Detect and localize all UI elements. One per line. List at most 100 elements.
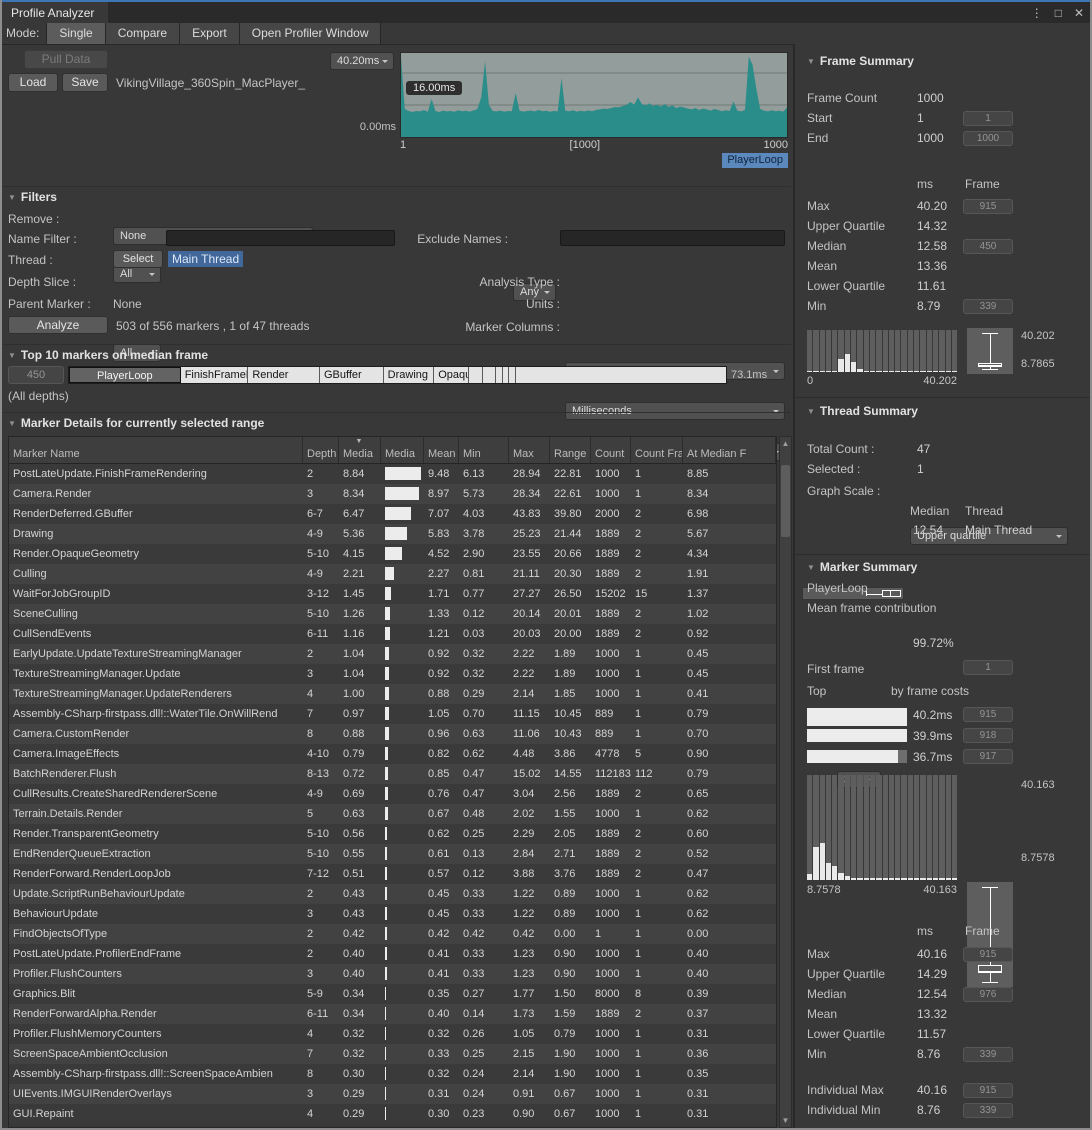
exclude-names-input[interactable] xyxy=(560,230,785,246)
table-row[interactable]: TextureStreamingManager.UpdateRenderers4… xyxy=(9,684,776,704)
table-scrollbar[interactable]: ▲ ▼ xyxy=(779,436,792,1128)
column-header-5[interactable]: Min xyxy=(459,437,509,463)
name-filter-input[interactable] xyxy=(166,230,395,246)
save-button[interactable]: Save xyxy=(62,73,108,92)
top10-header[interactable]: ▼ Top 10 markers on median frame xyxy=(8,348,208,362)
table-row[interactable]: Graphics.Blit5-90.340.350.271.771.508000… xyxy=(9,984,776,1004)
table-row[interactable]: Terrain.Details.Render50.630.670.482.021… xyxy=(9,804,776,824)
table-row[interactable]: Profiler.FlushCounters30.400.410.331.230… xyxy=(9,964,776,984)
frame-link-button[interactable]: 976 xyxy=(963,987,1013,1002)
table-row[interactable]: CullResults.CreateSharedRendererScene4-9… xyxy=(9,784,776,804)
column-header-6[interactable]: Max xyxy=(509,437,550,463)
table-row[interactable]: RenderForwardAlpha.Render6-110.340.400.1… xyxy=(9,1004,776,1024)
table-row[interactable]: Profiler.FlushMemoryCounters40.320.320.2… xyxy=(9,1024,776,1044)
column-header-2[interactable]: Media▼ xyxy=(339,437,381,463)
top10-segment[interactable] xyxy=(496,367,503,383)
thread-summary-header[interactable]: ▼ Thread Summary xyxy=(807,404,918,418)
frame-link-button[interactable]: 339 xyxy=(963,299,1013,314)
frame-link-button[interactable]: 339 xyxy=(963,1103,1013,1118)
top10-segment[interactable] xyxy=(509,367,516,383)
table-row[interactable]: ScreenSpaceAmbientOcclusion70.320.330.25… xyxy=(9,1044,776,1064)
cell: 0.33 xyxy=(459,944,509,964)
frame-link-button[interactable]: 915 xyxy=(963,947,1013,962)
frame-link-button[interactable]: 915 xyxy=(963,1083,1013,1098)
table-row[interactable]: Render.TransparentGeometry5-100.560.620.… xyxy=(9,824,776,844)
tab-open-profiler-window[interactable]: Open Profiler Window xyxy=(239,23,382,44)
top10-segment[interactable] xyxy=(469,367,483,383)
frame-link-button[interactable]: 1 xyxy=(963,111,1013,126)
top10-segment[interactable] xyxy=(516,367,726,383)
filters-header[interactable]: ▼ Filters xyxy=(8,190,57,204)
window-tab-profile-analyzer[interactable]: Profile Analyzer xyxy=(2,2,108,23)
load-button[interactable]: Load xyxy=(8,73,58,92)
column-header-9[interactable]: Count Fra xyxy=(631,437,683,463)
top10-segment[interactable] xyxy=(483,367,496,383)
table-row[interactable]: Render.OpaqueGeometry5-104.154.522.9023.… xyxy=(9,544,776,564)
table-row[interactable]: Culling4-92.212.270.8121.1120.30188921.9… xyxy=(9,564,776,584)
close-icon[interactable]: ✕ xyxy=(1074,6,1084,20)
frame-link-button[interactable]: 339 xyxy=(963,1047,1013,1062)
table-row[interactable]: RenderForward.RenderLoopJob7-120.510.570… xyxy=(9,864,776,884)
table-row[interactable]: RenderDeferred.GBuffer6-76.477.074.0343.… xyxy=(9,504,776,524)
table-row[interactable]: EarlyUpdate.UpdateTextureStreamingManage… xyxy=(9,644,776,664)
scroll-up-icon[interactable]: ▲ xyxy=(780,439,791,448)
table-row[interactable]: Camera.CustomRender80.880.960.6311.0610.… xyxy=(9,724,776,744)
table-row[interactable]: TextureStreamingManager.Update31.040.920… xyxy=(9,664,776,684)
column-header-3[interactable]: Media xyxy=(381,437,424,463)
frame-link-button[interactable]: 915 xyxy=(963,199,1013,214)
table-row[interactable]: EndRenderQueueExtraction5-100.550.610.13… xyxy=(9,844,776,864)
table-row[interactable]: UIEvents.IMGUIRenderOverlays30.290.310.2… xyxy=(9,1084,776,1104)
table-row[interactable]: Assembly-CSharp-firstpass.dll!::WaterTil… xyxy=(9,704,776,724)
table-row[interactable]: WaitForJobGroupID3-121.451.710.7727.2726… xyxy=(9,584,776,604)
frame-link-button[interactable]: 915 xyxy=(963,707,1013,722)
table-row[interactable]: Drawing4-95.365.833.7825.2321.44188925.6… xyxy=(9,524,776,544)
table-row[interactable]: PostLateUpdate.FinishFrameRendering28.84… xyxy=(9,464,776,484)
table-row[interactable]: GUI.Repaint40.290.300.230.900.67100010.3… xyxy=(9,1104,776,1124)
column-header-7[interactable]: Range xyxy=(550,437,591,463)
column-header-10[interactable]: At Median F xyxy=(683,437,776,463)
scroll-down-icon[interactable]: ▼ xyxy=(780,1116,791,1125)
table-row[interactable]: BehaviourUpdate30.430.450.331.220.891000… xyxy=(9,904,776,924)
top10-segment[interactable]: Opaqu xyxy=(434,367,469,383)
table-row[interactable]: Camera.Render38.348.975.7328.3422.611000… xyxy=(9,484,776,504)
frame-link-button[interactable]: 918 xyxy=(963,728,1013,743)
table-row[interactable]: PostLateUpdate.ProfilerEndFrame20.400.41… xyxy=(9,944,776,964)
kebab-menu-icon[interactable]: ⋮ xyxy=(1031,6,1043,20)
column-header-1[interactable]: Depth xyxy=(303,437,339,463)
top10-segment[interactable]: PlayerLoop xyxy=(69,367,181,383)
thread-select-button[interactable]: Select xyxy=(113,250,163,268)
column-header-8[interactable]: Count xyxy=(591,437,631,463)
top10-segment[interactable]: FinishFrameR xyxy=(181,367,249,383)
tab-single[interactable]: Single xyxy=(46,23,105,44)
cost-ms: 39.9ms xyxy=(913,726,963,746)
frame-link-button[interactable]: 450 xyxy=(963,239,1013,254)
frame-summary-header[interactable]: ▼ Frame Summary xyxy=(807,54,914,68)
frame-link-button[interactable]: 917 xyxy=(963,749,1013,764)
scrollbar-thumb[interactable] xyxy=(781,465,790,537)
table-row[interactable]: BatchRenderer.Flush8-130.720.850.4715.02… xyxy=(9,764,776,784)
tab-compare[interactable]: Compare xyxy=(105,23,180,44)
top10-segment[interactable]: Render xyxy=(248,367,320,383)
column-header-4[interactable]: Mean xyxy=(424,437,459,463)
top10-segment[interactable]: Drawing xyxy=(384,367,435,383)
top10-segment[interactable]: GBuffer xyxy=(320,367,384,383)
units-dropdown[interactable]: Milliseconds xyxy=(565,402,785,420)
marker-details-header[interactable]: ▼ Marker Details for currently selected … xyxy=(8,416,264,430)
frame-link-button[interactable]: 1000 xyxy=(963,131,1013,146)
top10-frame-button[interactable]: 450 xyxy=(8,366,64,384)
maximize-icon[interactable]: □ xyxy=(1055,6,1062,20)
analyze-button[interactable]: Analyze xyxy=(8,316,108,334)
table-row[interactable]: Update.ScriptRunBehaviourUpdate20.430.45… xyxy=(9,884,776,904)
pull-data-button[interactable]: Pull Data xyxy=(24,50,108,69)
marker-summary-header[interactable]: ▼ Marker Summary xyxy=(807,560,917,574)
frame-time-graph[interactable]: 16.00ms xyxy=(400,52,788,138)
graph-range-dropdown[interactable]: 40.20ms xyxy=(330,52,394,70)
tab-export[interactable]: Export xyxy=(179,23,240,44)
table-row[interactable]: CullSendEvents6-111.161.210.0320.0320.00… xyxy=(9,624,776,644)
first-frame-button[interactable]: 1 xyxy=(963,660,1013,675)
column-header-0[interactable]: Marker Name xyxy=(9,437,303,463)
table-row[interactable]: SceneCulling5-101.261.330.1220.1420.0118… xyxy=(9,604,776,624)
table-row[interactable]: Camera.ImageEffects4-100.790.820.624.483… xyxy=(9,744,776,764)
table-row[interactable]: Assembly-CSharp-firstpass.dll!::ScreenSp… xyxy=(9,1064,776,1084)
table-row[interactable]: FindObjectsOfType20.420.420.420.420.0011… xyxy=(9,924,776,944)
